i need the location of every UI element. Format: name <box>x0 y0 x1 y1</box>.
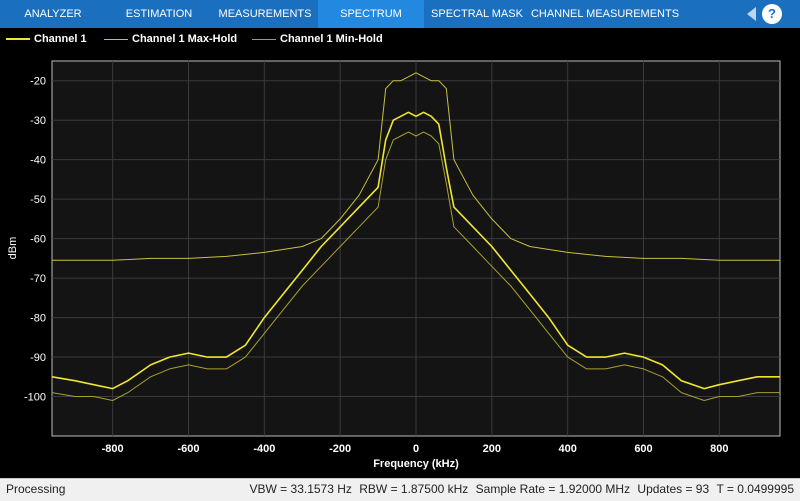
status-updates: Updates = 93 <box>637 482 710 496</box>
legend-swatch <box>252 38 276 40</box>
legend-item-channel-1-max-hold[interactable]: Channel 1 Max-Hold <box>104 33 237 45</box>
y-tick-label: -30 <box>30 115 46 127</box>
legend-item-channel-1-min-hold[interactable]: Channel 1 Min-Hold <box>252 33 383 45</box>
y-tick-label: -20 <box>30 76 46 88</box>
x-tick-label: 600 <box>634 443 652 455</box>
y-tick-label: -90 <box>30 352 46 364</box>
collapse-toolstrip-icon[interactable] <box>747 7 756 21</box>
status-vbw: VBW = 33.1573 Hz <box>249 482 352 496</box>
y-tick-label: -80 <box>30 313 46 325</box>
y-tick-label: -100 <box>24 392 46 404</box>
y-tick-label: -60 <box>30 234 46 246</box>
status-bar: Processing VBW = 33.1573 Hz RBW = 1.8750… <box>0 478 800 501</box>
help-button[interactable]: ? <box>762 4 782 24</box>
x-tick-label: 800 <box>710 443 728 455</box>
legend: Channel 1 Channel 1 Max-Hold Channel 1 M… <box>0 28 800 49</box>
tab-analyzer[interactable]: ANALYZER <box>0 0 106 28</box>
legend-label: Channel 1 <box>34 33 87 45</box>
tab-measurements[interactable]: MEASUREMENTS <box>212 0 318 28</box>
status-time: T = 0.0499995 <box>716 482 794 496</box>
y-tick-label: -70 <box>30 273 46 285</box>
status-processing: Processing <box>6 482 66 496</box>
x-tick-label: -800 <box>102 443 124 455</box>
status-measurements: VBW = 33.1573 Hz RBW = 1.87500 kHz Sampl… <box>246 482 794 496</box>
spectrum-plot: -800 -600 -400 -200 0 200 400 600 800 -20 -30 -40 -5… <box>0 49 800 478</box>
y-tick-label: -50 <box>30 194 46 206</box>
x-tick-label: 0 <box>413 443 419 455</box>
x-tick-label: 200 <box>483 443 501 455</box>
spectrum-chart: -800 -600 -400 -200 0 200 400 600 800 -20 -30 -40 -5… <box>7 60 781 470</box>
legend-swatch <box>104 38 128 40</box>
legend-swatch <box>6 38 30 41</box>
x-tick-label: -400 <box>253 443 275 455</box>
x-tick-label: -600 <box>177 443 199 455</box>
x-tick-label: 400 <box>558 443 576 455</box>
tab-spectral-mask[interactable]: SPECTRAL MASK <box>424 0 530 28</box>
legend-label: Channel 1 Max-Hold <box>132 33 238 45</box>
toolstrip: ANALYZER ESTIMATION MEASUREMENTS SPECTRU… <box>0 0 800 28</box>
tab-spectrum[interactable]: SPECTRUM <box>318 0 424 28</box>
y-tick-label: -40 <box>30 155 46 167</box>
legend-label: Channel 1 Min-Hold <box>280 33 383 45</box>
y-axis-label: dBm <box>7 237 19 260</box>
x-tick-label: -200 <box>329 443 351 455</box>
status-rbw: RBW = 1.87500 kHz <box>359 482 469 496</box>
tab-estimation[interactable]: ESTIMATION <box>106 0 212 28</box>
x-axis-label: Frequency (kHz) <box>373 458 459 470</box>
tab-channel-measurements[interactable]: CHANNEL MEASUREMENTS <box>530 0 680 28</box>
status-sample-rate: Sample Rate = 1.92000 MHz <box>475 482 631 496</box>
legend-item-channel-1[interactable]: Channel 1 <box>6 33 87 45</box>
